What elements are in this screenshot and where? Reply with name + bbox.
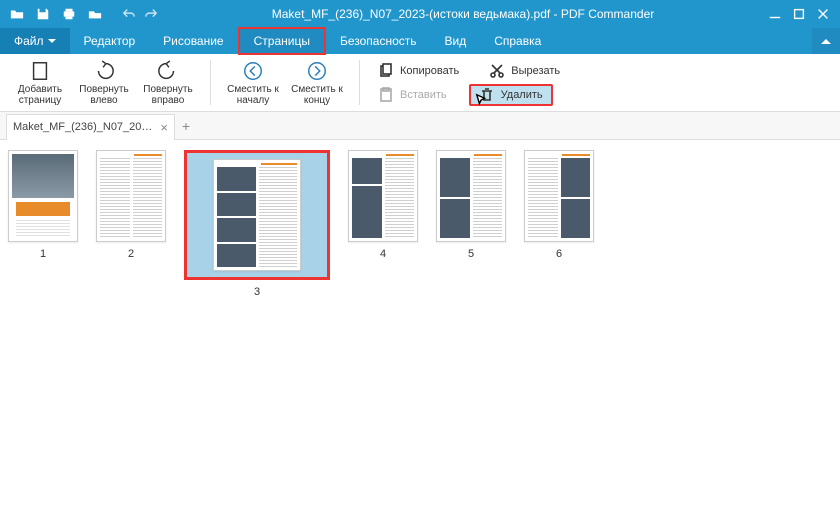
page-thumb-4[interactable]: 4 <box>348 150 418 260</box>
delete-button[interactable]: Удалить <box>469 84 553 106</box>
menubar: Файл Редактор Рисование Страницы Безопас… <box>0 28 840 54</box>
menu-editor[interactable]: Редактор <box>70 28 150 54</box>
rotate-left-button[interactable]: Повернуть влево <box>78 58 130 107</box>
page-number: 4 <box>380 248 386 260</box>
minimize-icon[interactable] <box>768 7 782 21</box>
menu-help[interactable]: Справка <box>480 28 555 54</box>
page-number: 2 <box>128 248 134 260</box>
move-start-button[interactable]: Сместить к началу <box>227 58 279 107</box>
page-thumb-3-selected[interactable]: 3 <box>184 150 330 298</box>
add-page-icon <box>29 60 51 82</box>
copy-icon <box>378 63 394 79</box>
page-number: 5 <box>468 248 474 260</box>
page-number: 6 <box>556 248 562 260</box>
menu-pages[interactable]: Страницы <box>238 27 326 55</box>
cut-button[interactable]: Вырезать <box>481 60 568 82</box>
close-icon[interactable] <box>816 7 830 21</box>
menu-collapse-toggle[interactable] <box>812 28 840 54</box>
toolbar: Добавить страницу Повернуть влево Поверн… <box>0 54 840 112</box>
clipboard-icon <box>378 87 394 103</box>
redo-icon[interactable] <box>144 7 158 21</box>
menu-view[interactable]: Вид <box>431 28 481 54</box>
page-thumbnails: 1 2 3 4 5 6 <box>0 140 840 308</box>
open-folder-icon[interactable] <box>10 7 24 21</box>
folder-icon[interactable] <box>88 7 102 21</box>
toolbar-group-page: Добавить страницу Повернуть влево Поверн… <box>8 58 200 107</box>
scissors-icon <box>489 63 505 79</box>
print-icon[interactable] <box>62 7 76 21</box>
new-tab-button[interactable]: + <box>175 118 197 134</box>
menu-security[interactable]: Безопасность <box>326 28 431 54</box>
copy-button[interactable]: Копировать <box>370 60 467 82</box>
page-number: 3 <box>254 286 260 298</box>
document-tab-label: Maket_MF_(236)_N07_20… <box>13 121 152 133</box>
rotate-right-icon <box>157 60 179 82</box>
toolbar-group-clipboard: Копировать Вырезать Вставить Удалить <box>370 58 568 107</box>
window-controls <box>758 7 840 21</box>
titlebar: Maket_MF_(236)_N07_2023-(истоки ведьмака… <box>0 0 840 28</box>
window-title: Maket_MF_(236)_N07_2023-(истоки ведьмака… <box>168 7 758 21</box>
cursor-icon <box>475 93 491 109</box>
arrow-left-circle-icon <box>242 60 264 82</box>
toolbar-separator <box>210 60 211 105</box>
titlebar-left-icons <box>0 7 112 21</box>
page-number: 1 <box>40 248 46 260</box>
arrow-right-circle-icon <box>306 60 328 82</box>
toolbar-group-move: Сместить к началу Сместить к концу <box>221 58 349 107</box>
move-end-button[interactable]: Сместить к концу <box>291 58 343 107</box>
add-page-button[interactable]: Добавить страницу <box>14 58 66 107</box>
history-icons <box>112 7 168 21</box>
menu-file-label: Файл <box>14 34 44 48</box>
page-thumb-6[interactable]: 6 <box>524 150 594 260</box>
paste-button: Вставить <box>370 84 455 106</box>
page-thumb-1[interactable]: 1 <box>8 150 78 260</box>
undo-icon[interactable] <box>122 7 136 21</box>
page-thumb-5[interactable]: 5 <box>436 150 506 260</box>
toolbar-separator <box>359 60 360 105</box>
rotate-right-button[interactable]: Повернуть вправо <box>142 58 194 107</box>
save-icon[interactable] <box>36 7 50 21</box>
menu-file[interactable]: Файл <box>0 28 70 54</box>
maximize-icon[interactable] <box>792 7 806 21</box>
rotate-left-icon <box>93 60 115 82</box>
document-tab-bar: Maket_MF_(236)_N07_20… × + <box>0 112 840 140</box>
tab-close-icon[interactable]: × <box>160 120 168 135</box>
menu-drawing[interactable]: Рисование <box>149 28 237 54</box>
page-thumb-2[interactable]: 2 <box>96 150 166 260</box>
document-tab[interactable]: Maket_MF_(236)_N07_20… × <box>6 114 175 140</box>
